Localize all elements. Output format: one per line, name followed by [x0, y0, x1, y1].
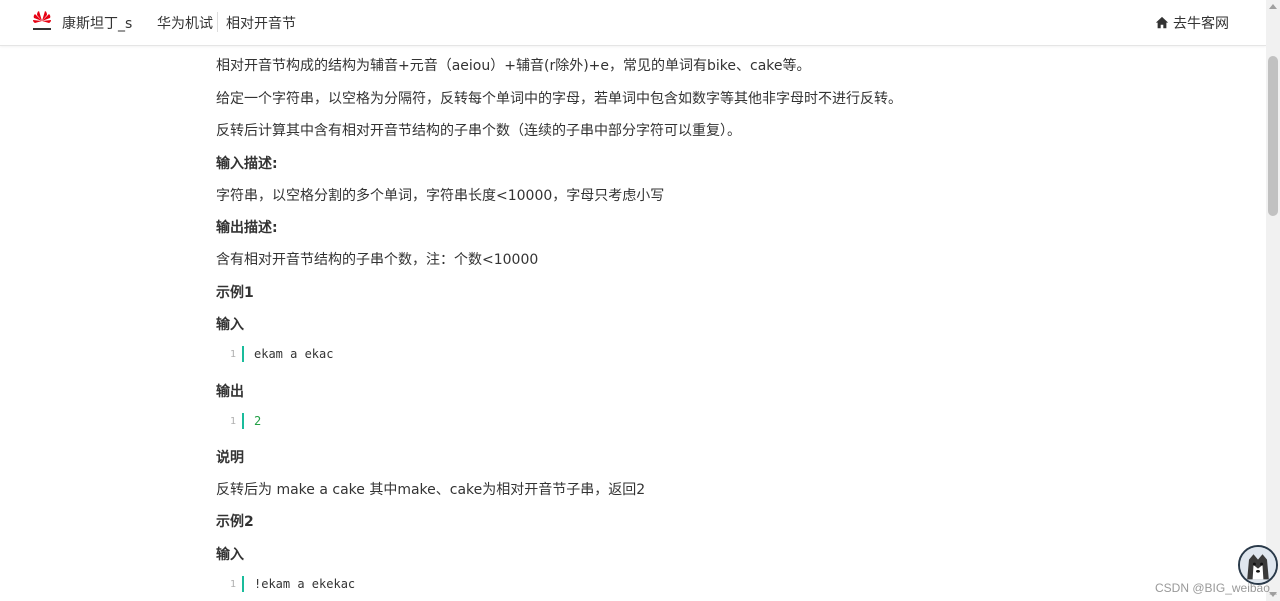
example1-input-code[interactable]: 1 ekam a ekac: [224, 346, 333, 362]
code-gutter-bar: [242, 576, 244, 592]
vertical-scrollbar[interactable]: [1266, 0, 1280, 601]
code-text: !ekam a ekekac: [254, 577, 356, 591]
go-nowcoder-label: 去牛客网: [1173, 16, 1229, 32]
line-number: 1: [229, 578, 236, 590]
input-desc-heading: 输入描述:: [216, 156, 278, 172]
description-para-2: 给定一个字符串，以空格为分隔符，反转每个单词中的字母，若单词中包含如数字等其他非…: [216, 91, 902, 107]
example1-output-code[interactable]: 1 2: [224, 413, 261, 429]
example2-heading: 示例2: [216, 514, 254, 530]
scroll-up-arrow-icon[interactable]: [1269, 4, 1277, 9]
nav-item-huawei-exam[interactable]: 华为机试: [157, 13, 213, 33]
input-desc-text: 字符串，以空格分割的多个单词，字符串长度<10000，字母只考虑小写: [216, 188, 665, 204]
go-nowcoder-link[interactable]: 去牛客网: [1155, 13, 1229, 33]
explain-text: 反转后为 make a cake 其中make、cake为相对开音节子串，返回2: [216, 482, 646, 498]
description-para-3: 反转后计算其中含有相对开音节结构的子串个数（连续的子串中部分字符可以重复）。: [216, 123, 741, 139]
example1-input-label: 输入: [216, 317, 244, 333]
author-avatar[interactable]: [1238, 545, 1278, 585]
nav-item-open-syllable[interactable]: 相对开音节: [226, 13, 296, 33]
code-text: 2: [254, 414, 262, 428]
code-gutter-bar: [242, 346, 244, 362]
brand-title[interactable]: 康斯坦丁_s: [62, 13, 132, 33]
husky-avatar-icon: [1240, 547, 1276, 583]
code-gutter-bar: [242, 413, 244, 429]
csdn-watermark: CSDN @BIG_weibao_: [1155, 581, 1277, 595]
example1-output-label: 输出: [216, 384, 244, 400]
description-para-1: 相对开音节构成的结构为辅音+元音（aeiou）+辅音(r除外)+e，常见的单词有…: [216, 58, 811, 74]
output-desc-heading: 输出描述:: [216, 220, 278, 236]
top-navbar: 康斯坦丁_s 华为机试 相对开音节 去牛客网: [0, 0, 1266, 46]
scrollbar-thumb[interactable]: [1268, 56, 1278, 216]
example1-heading: 示例1: [216, 285, 254, 301]
example2-input-label: 输入: [216, 547, 244, 563]
example2-input-code[interactable]: 1 !ekam a ekekac: [224, 576, 355, 592]
line-number: 1: [229, 415, 236, 427]
nav-divider: [217, 12, 218, 32]
code-text: ekam a ekac: [254, 347, 334, 361]
explain-heading: 说明: [216, 450, 244, 466]
line-number: 1: [229, 348, 236, 360]
home-icon: [1155, 16, 1169, 29]
huawei-logo-icon[interactable]: [30, 9, 54, 33]
output-desc-text: 含有相对开音节结构的子串个数，注：个数<10000: [216, 252, 539, 268]
